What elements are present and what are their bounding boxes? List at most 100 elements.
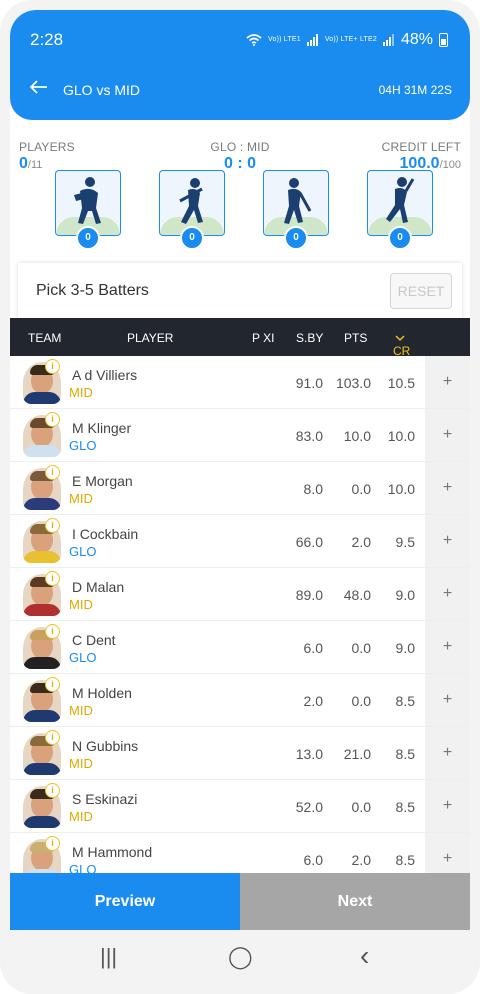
info-icon[interactable]: i	[45, 783, 60, 798]
player-name: S Eskinazi	[72, 791, 138, 807]
add-player-button[interactable]: +	[425, 780, 470, 832]
points-value: 2.0	[351, 534, 371, 550]
credit-total: /100	[439, 159, 461, 171]
info-icon[interactable]: i	[45, 465, 60, 480]
bowler-icon	[386, 177, 415, 223]
battery-percent: 48%	[400, 31, 433, 48]
batter-count: 0	[180, 226, 204, 250]
player-row[interactable]: i C Dent GLO 6.0 0.0 9.0 +	[10, 621, 470, 674]
points-value: 0.0	[351, 640, 371, 656]
info-icon[interactable]: i	[45, 571, 60, 586]
player-team: MID	[69, 703, 93, 718]
table-header: TEAM PLAYER P XI S.BY PTS CR	[10, 318, 470, 358]
info-icon[interactable]: i	[45, 677, 60, 692]
add-player-button[interactable]: +	[425, 462, 470, 514]
battery-icon	[439, 33, 448, 47]
status-time: 2:28	[30, 30, 64, 49]
player-row[interactable]: i I Cockbain GLO 66.0 2.0 9.5 +	[10, 515, 470, 568]
add-player-button[interactable]: +	[425, 674, 470, 726]
credit-value: 9.0	[395, 640, 415, 656]
reset-button[interactable]: RESET	[390, 273, 452, 309]
player-team: MID	[69, 756, 93, 771]
header-team[interactable]: TEAM	[28, 331, 61, 345]
points-value: 103.0	[335, 375, 371, 391]
signal-2-label: Vo)) LTE+ LTE2	[324, 36, 377, 43]
info-icon[interactable]: i	[45, 836, 60, 851]
add-player-button[interactable]: +	[425, 409, 470, 461]
player-name: M Hammond	[72, 844, 153, 860]
points-value: 21.0	[343, 746, 371, 762]
footer-actions: Preview Next	[10, 873, 470, 930]
header-playing-xi[interactable]: P XI	[252, 331, 274, 345]
add-player-button[interactable]: +	[425, 727, 470, 779]
points-value: 0.0	[351, 799, 371, 815]
header-credits[interactable]: CR	[393, 331, 410, 358]
player-row[interactable]: i S Eskinazi MID 52.0 0.0 8.5 +	[10, 780, 470, 833]
bowler-count: 0	[388, 226, 412, 250]
player-row[interactable]: i A d Villiers MID 91.0 103.0 10.5 +	[10, 356, 470, 409]
all-rounder-icon	[284, 178, 312, 224]
player-team: MID	[69, 491, 93, 506]
match-title: GLO vs MID	[63, 82, 141, 98]
selected-by-value: 2.0	[303, 693, 323, 709]
player-row[interactable]: iM Hammond GLO 6.0 2.0 8.5 +	[10, 833, 470, 874]
add-player-button[interactable]: +	[425, 621, 470, 673]
recents-button[interactable]: |||	[100, 944, 117, 970]
signal-1-label: Vo)) LTE1	[268, 36, 301, 43]
credit-value: 10.0	[387, 428, 415, 444]
selected-by-value: 83.0	[295, 428, 323, 444]
player-team: GLO	[69, 438, 97, 453]
player-row[interactable]: i M Klinger GLO 83.0 10.0 10.0 +	[10, 409, 470, 462]
player-name: M Holden	[72, 685, 132, 701]
add-player-button[interactable]: +	[425, 833, 470, 874]
player-name: A d Villiers	[72, 367, 138, 383]
next-button[interactable]: Next	[240, 873, 470, 930]
credit-value: 10.0	[387, 481, 415, 497]
player-team: MID	[69, 597, 93, 612]
info-icon[interactable]: i	[45, 412, 60, 427]
points-value: 10.0	[343, 428, 371, 444]
info-icon[interactable]: i	[45, 518, 60, 533]
info-icon[interactable]: i	[45, 730, 60, 745]
credit-value: 9.5	[395, 534, 415, 550]
home-button[interactable]: ◯	[228, 944, 253, 970]
header-player[interactable]: PLAYER	[127, 331, 173, 345]
info-icon[interactable]: i	[45, 624, 60, 639]
player-name: C Dent	[72, 632, 116, 648]
points-value: 0.0	[351, 481, 371, 497]
credit-value: 10.5	[387, 375, 415, 391]
credit-value: 8.5	[395, 693, 415, 709]
player-row[interactable]: i D Malan MID 89.0 48.0 9.0 +	[10, 568, 470, 621]
add-player-button[interactable]: +	[425, 356, 470, 408]
preview-button[interactable]: Preview	[10, 873, 240, 930]
add-player-button[interactable]: +	[425, 568, 470, 620]
batter-icon	[179, 178, 203, 224]
selected-by-value: 66.0	[295, 534, 323, 550]
header-points[interactable]: PTS	[344, 331, 367, 345]
pick-instruction: Pick 3-5 Batters	[36, 282, 149, 299]
pick-instruction-bar: Pick 3-5 Batters RESET	[18, 263, 462, 321]
add-player-button[interactable]: +	[425, 515, 470, 567]
signal-bars-icon	[306, 34, 318, 46]
app-header: 2:28 Vo)) LTE1 Vo)) LTE+ LTE2 48% GLO vs…	[10, 10, 470, 120]
credit-value: 8.5	[395, 799, 415, 815]
arrow-left-icon	[29, 80, 47, 94]
selected-by-value: 52.0	[295, 799, 323, 815]
points-value: 0.0	[351, 693, 371, 709]
nav-back-button[interactable]: ‹	[360, 940, 369, 972]
info-icon[interactable]: i	[45, 359, 60, 374]
credit-value: 9.0	[395, 587, 415, 603]
credit-value: 8.5	[395, 852, 415, 868]
wicket-keeper-icon	[74, 177, 101, 224]
chevron-down-icon	[395, 335, 405, 342]
player-row[interactable]: i M Holden MID 2.0 0.0 8.5 +	[10, 674, 470, 727]
player-row[interactable]: i N Gubbins MID 13.0 21.0 8.5 +	[10, 727, 470, 780]
header-selected-by[interactable]: S.BY	[296, 331, 323, 345]
credit-value: 8.5	[395, 746, 415, 762]
selected-by-value: 6.0	[303, 640, 323, 656]
selected-by-value: 6.0	[303, 852, 323, 868]
player-list[interactable]: i A d Villiers MID 91.0 103.0 10.5 + i M Klinger…	[10, 356, 470, 874]
back-button[interactable]	[29, 78, 48, 98]
wicket-keeper-count: 0	[76, 226, 100, 250]
player-row[interactable]: i E Morgan MID 8.0 0.0 10.0 +	[10, 462, 470, 515]
